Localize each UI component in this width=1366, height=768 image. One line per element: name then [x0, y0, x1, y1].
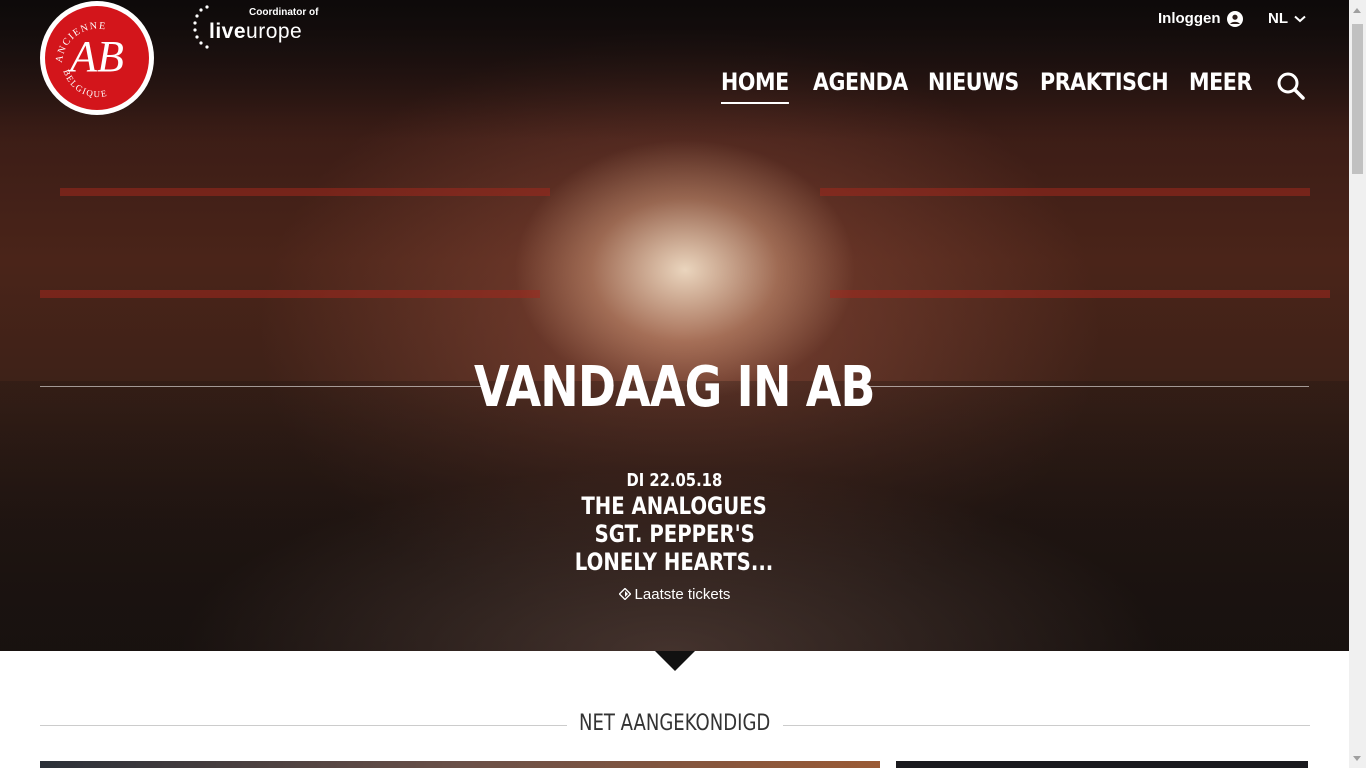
scroll-down-arrow[interactable]	[1353, 756, 1361, 761]
nav-agenda[interactable]: AGENDA	[813, 68, 908, 102]
ticket-status: Laatste tickets	[0, 586, 1349, 603]
login-label: Inloggen	[1158, 10, 1221, 27]
announcement-card[interactable]	[40, 761, 880, 768]
balcony-right-upper	[820, 188, 1310, 196]
scrollbar-thumb[interactable]	[1352, 24, 1363, 174]
language-selector[interactable]: NL	[1268, 10, 1306, 27]
balcony-right-mid	[830, 290, 1330, 298]
ticket-icon	[618, 587, 632, 601]
partner-caption: Coordinator of	[249, 7, 319, 18]
login-link[interactable]: Inloggen	[1158, 10, 1243, 27]
event-date: DI 22.05.18	[626, 470, 723, 491]
event-title-line: LONELY HEARTS...	[575, 548, 774, 576]
partner-wordmark: liveurope	[209, 20, 303, 43]
language-label: NL	[1268, 10, 1288, 27]
ab-logo[interactable]: ANCIENNE BELGIQUE AB	[40, 1, 154, 115]
announcement-card[interactable]	[896, 761, 1308, 768]
balcony-left-upper	[60, 188, 550, 196]
chevron-down-icon	[1294, 15, 1306, 22]
nav-nieuws[interactable]: NIEUWS	[928, 68, 1019, 102]
svg-text:AB: AB	[67, 32, 124, 81]
event-title-line: THE ANALOGUES	[581, 492, 768, 520]
liveurope-logo[interactable]: Coordinator of liveurope	[193, 4, 318, 50]
section-title: NET AANGEKONDIGD	[0, 711, 1349, 736]
balcony-left-mid	[40, 290, 540, 298]
user-icon	[1226, 10, 1243, 27]
scroll-up-arrow[interactable]	[1353, 8, 1361, 13]
nav-praktisch[interactable]: PRAKTISCH	[1040, 68, 1169, 102]
nav-home[interactable]: HOME	[721, 68, 789, 104]
search-button[interactable]	[1276, 71, 1306, 106]
page-scrollbar[interactable]	[1349, 0, 1366, 768]
ab-logo-mark: ANCIENNE BELGIQUE AB	[54, 20, 124, 99]
event-title-link[interactable]: THE ANALOGUES SGT. PEPPER'S LONELY HEART…	[0, 492, 1349, 576]
search-icon	[1277, 72, 1305, 100]
event-title-line: SGT. PEPPER'S	[594, 520, 755, 548]
hero-pointer-arrow	[655, 651, 695, 671]
hero-title: VANDAAG IN AB	[474, 355, 875, 420]
nav-meer[interactable]: MEER	[1189, 68, 1252, 102]
